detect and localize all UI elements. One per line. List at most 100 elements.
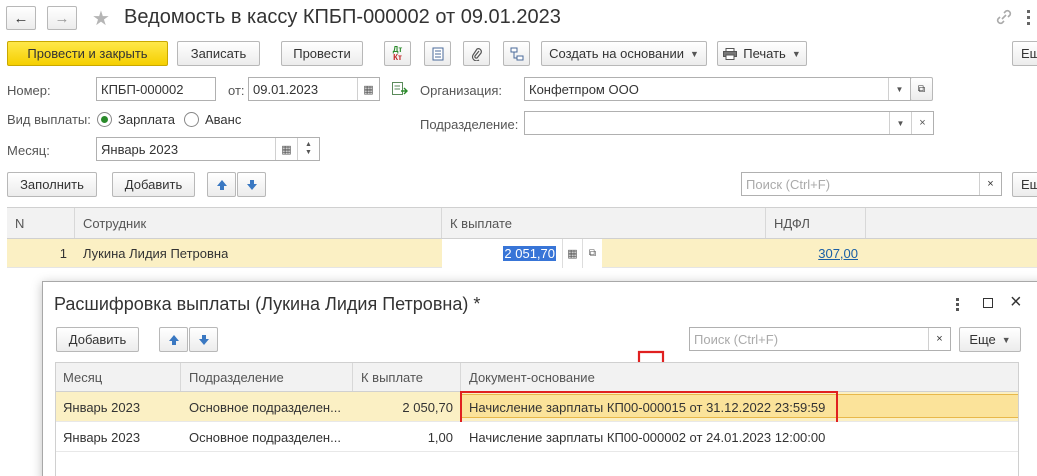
post-button[interactable]: Провести [281, 41, 363, 66]
report-icon [432, 47, 443, 60]
payment-type-label: Вид выплаты: [7, 112, 91, 127]
organization-label: Организация: [420, 83, 503, 98]
close-icon[interactable]: × [1010, 291, 1022, 314]
row-employee: Лукина Лидия Петровна [83, 246, 229, 261]
date-value: 09.01.2023 [253, 81, 319, 97]
dropdown-arrow-icon[interactable]: ▼ [888, 78, 910, 100]
post-and-close-button[interactable]: Провести и закрыть [7, 41, 168, 66]
dialog-column-amount[interactable]: К выплате [353, 363, 461, 391]
amount-edit-cell[interactable]: 2 051,70 [442, 239, 562, 268]
dialog-clear-search-icon[interactable]: × [928, 328, 950, 350]
printer-icon [723, 47, 738, 60]
dialog-more-button[interactable]: Еще ▼ [959, 327, 1021, 352]
calendar-icon[interactable]: ▦ [357, 78, 379, 100]
create-based-on-button[interactable]: Создать на основании ▼ [541, 41, 707, 66]
table-more-button[interactable]: Ещ [1012, 172, 1037, 197]
page-title: Ведомость в кассу КПБП-000002 от 09.01.2… [124, 6, 561, 28]
more-button[interactable]: Ещ [1012, 41, 1037, 66]
month-field[interactable]: Январь 2023 ▦ ▲ ▼ [96, 137, 320, 161]
subdivision-field[interactable]: ▼ × [524, 111, 934, 135]
arrow-right-icon: → [54, 9, 70, 27]
row-document: Начисление зарплаты КП00-000002 от 24.01… [469, 429, 826, 445]
column-ndfl[interactable]: НДФЛ [766, 208, 866, 238]
organization-value: Конфетпром ООО [529, 81, 639, 97]
clear-icon[interactable]: × [911, 112, 933, 134]
salary-radio-label[interactable]: Зарплата [118, 112, 175, 127]
month-label: Месяц: [7, 143, 50, 158]
row-month: Январь 2023 [63, 429, 141, 445]
link-icon[interactable] [995, 8, 1013, 29]
move-up-button[interactable] [207, 172, 236, 197]
create-based-on-label: Создать на основании [549, 46, 684, 61]
row-ndfl[interactable]: 307,00 [766, 239, 858, 268]
dialog-table-header: Месяц Подразделение К выплате Документ-о… [55, 362, 1019, 392]
column-amount[interactable]: К выплате [442, 208, 766, 238]
payment-breakdown-dialog: Расшифровка выплаты (Лукина Лидия Петров… [42, 281, 1037, 476]
dialog-column-document[interactable]: Документ-основание [461, 363, 1019, 391]
organization-field[interactable]: Конфетпром ООО ▼ [524, 77, 911, 101]
dropdown-arrow-icon[interactable]: ▼ [889, 112, 911, 134]
structure-button[interactable] [503, 41, 530, 66]
arrow-down-icon [246, 179, 257, 190]
number-label: Номер: [7, 83, 51, 98]
arrow-up-icon [216, 179, 227, 190]
salary-radio[interactable] [97, 112, 112, 127]
add-button[interactable]: Добавить [112, 172, 195, 197]
open-form-icon[interactable]: ⧉ [582, 239, 602, 268]
report-button[interactable] [424, 41, 451, 66]
arrow-down-icon [198, 334, 209, 345]
clear-search-icon[interactable]: × [979, 173, 1001, 195]
move-down-button[interactable] [237, 172, 266, 197]
dialog-column-month[interactable]: Месяц [55, 363, 181, 391]
search-placeholder: Поиск (Ctrl+F) [746, 176, 831, 192]
dialog-add-button[interactable]: Добавить [56, 327, 139, 352]
row-number: 1 [59, 246, 67, 261]
open-organization-button[interactable]: ⧉ [910, 77, 933, 101]
dialog-column-subdivision[interactable]: Подразделение [181, 363, 353, 391]
spin-updown-icon[interactable]: ▲ ▼ [297, 138, 319, 160]
fill-button[interactable]: Заполнить [7, 172, 97, 197]
advance-radio-label[interactable]: Аванс [205, 112, 241, 127]
print-button[interactable]: Печать ▼ [717, 41, 807, 66]
arrow-up-icon [168, 334, 179, 345]
dialog-search-placeholder: Поиск (Ctrl+F) [694, 331, 779, 347]
dialog-table-row[interactable]: Январь 2023 Основное подразделен... 1,00… [55, 422, 1019, 452]
advance-radio[interactable] [184, 112, 199, 127]
table-header: N Сотрудник К выплате НДФЛ [7, 207, 1037, 239]
back-button[interactable]: ← [6, 6, 36, 30]
row-subdivision: Основное подразделен... [189, 429, 341, 445]
calculator-icon[interactable]: ▦ [562, 239, 582, 268]
maximize-icon[interactable] [983, 298, 993, 308]
forward-button[interactable]: → [47, 6, 77, 30]
number-value: КПБП-000002 [101, 81, 184, 97]
row-amount: 2 050,70 [402, 399, 453, 415]
dialog-more-vertical-icon[interactable] [956, 298, 959, 311]
table-more-label: Ещ [1021, 177, 1037, 192]
search-input[interactable]: Поиск (Ctrl+F) × [741, 172, 1002, 196]
ndfl-link[interactable]: 307,00 [818, 246, 858, 261]
row-month: Январь 2023 [63, 399, 141, 415]
calendar-icon[interactable]: ▦ [275, 138, 297, 160]
write-button[interactable]: Записать [177, 41, 260, 66]
table-row[interactable]: 1 Лукина Лидия Петровна 2 051,70 ▦ ⧉ 307… [7, 239, 1037, 268]
document-flow-icon[interactable] [392, 82, 408, 99]
date-field[interactable]: 09.01.2023 ▦ [248, 77, 380, 101]
hierarchy-icon [510, 47, 523, 60]
date-from-label: от: [228, 83, 245, 98]
subdivision-label: Подразделение: [420, 117, 519, 132]
dialog-search-input[interactable]: Поиск (Ctrl+F) × [689, 327, 951, 351]
dt-kt-icon-bottom: Кт [393, 52, 402, 62]
favorite-star-icon[interactable]: ★ [92, 6, 110, 31]
column-employee[interactable]: Сотрудник [75, 208, 442, 238]
dialog-move-up-button[interactable] [159, 327, 188, 352]
paperclip-icon [471, 47, 482, 61]
dt-kt-button[interactable]: Дт Кт [384, 41, 411, 66]
row-subdivision: Основное подразделен... [189, 399, 341, 415]
more-vertical-icon[interactable] [1027, 10, 1031, 25]
chevron-down-icon: ▼ [791, 48, 801, 59]
number-field[interactable]: КПБП-000002 [96, 77, 216, 101]
dialog-move-down-button[interactable] [189, 327, 218, 352]
column-n[interactable]: N [7, 208, 75, 238]
chevron-down-icon: ▼ [689, 48, 699, 59]
attach-button[interactable] [463, 41, 490, 66]
